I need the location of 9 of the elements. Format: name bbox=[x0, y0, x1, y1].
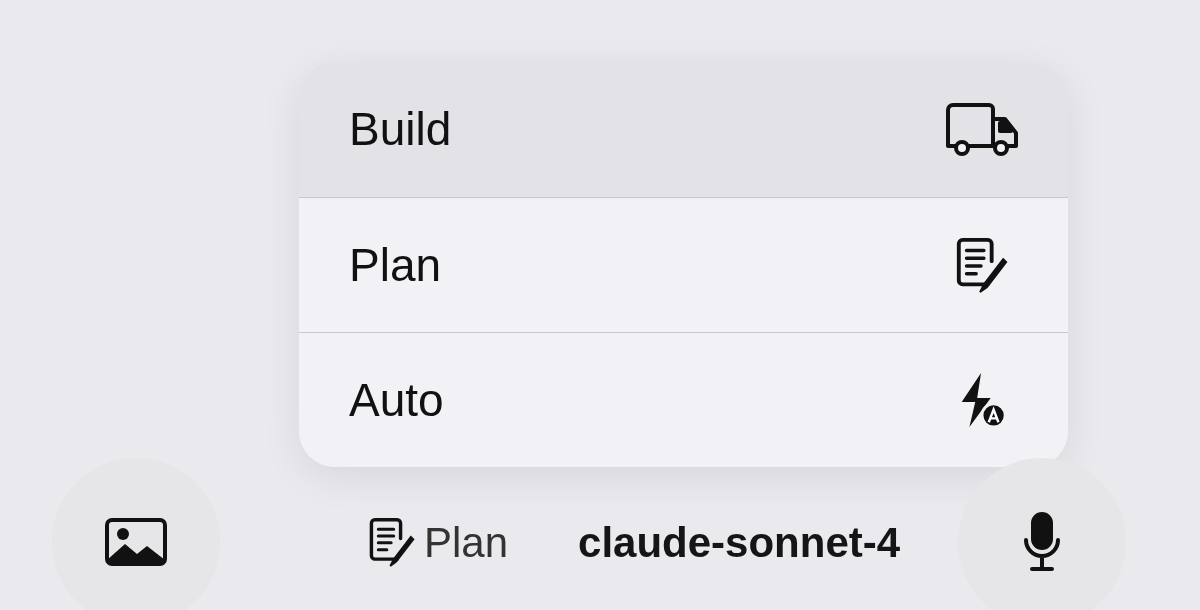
microphone-icon bbox=[1022, 512, 1063, 572]
menu-item[interactable]: Plan bbox=[299, 197, 1068, 332]
mode-button[interactable]: Plan bbox=[368, 510, 509, 574]
menu-item[interactable]: Auto bbox=[299, 332, 1068, 467]
model-selector[interactable]: claude-sonnet-4 bbox=[578, 510, 901, 574]
truck-icon bbox=[944, 100, 1020, 159]
menu-item[interactable]: Build bbox=[299, 62, 1068, 197]
document-pencil-icon bbox=[368, 515, 416, 569]
photo-icon bbox=[105, 518, 167, 566]
